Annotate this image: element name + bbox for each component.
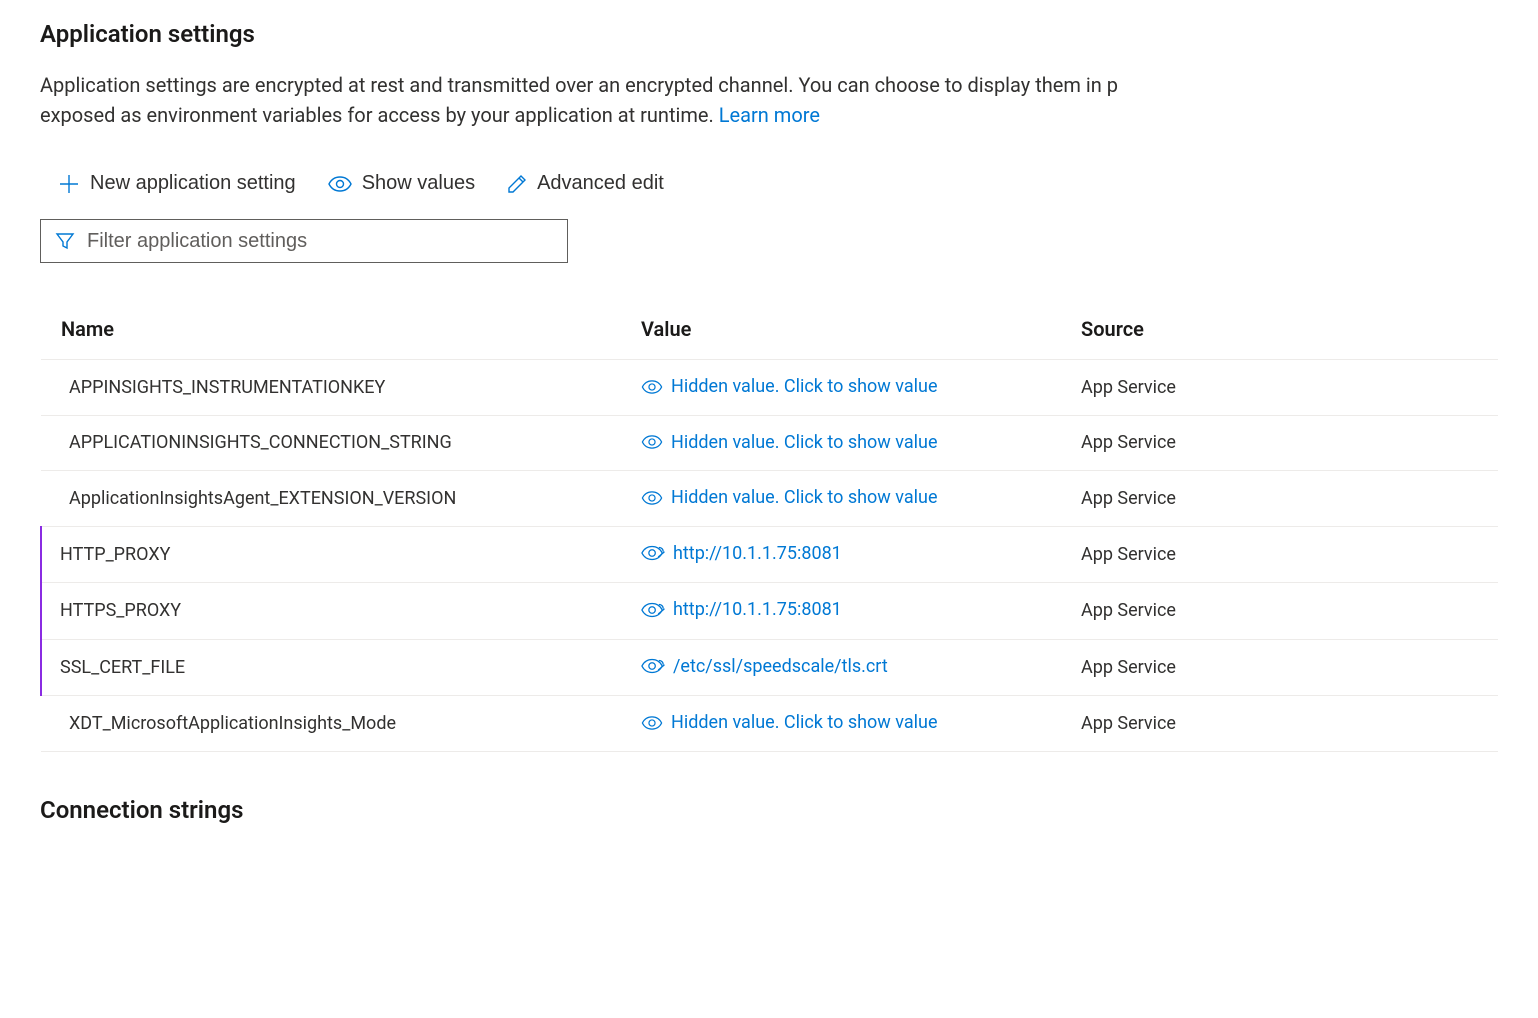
hide-value-link[interactable]: http://10.1.1.75:8081: [641, 543, 842, 564]
col-header-source[interactable]: Source: [1061, 303, 1498, 360]
eye-icon: [641, 435, 663, 449]
table-row: HTTP_PROXY http://10.1.1.75:8081 App Servi…: [41, 526, 1498, 583]
setting-name[interactable]: HTTPS_PROXY: [41, 583, 621, 640]
setting-name[interactable]: APPINSIGHTS_INSTRUMENTATIONKEY: [41, 360, 621, 416]
app-settings-title: Application settings: [40, 20, 1498, 48]
advanced-edit-button[interactable]: Advanced edit: [505, 168, 666, 199]
filter-input[interactable]: [87, 230, 553, 253]
setting-name[interactable]: XDT_MicrosoftApplicationInsights_Mode: [41, 696, 621, 752]
setting-source: App Service: [1061, 415, 1498, 471]
setting-source: App Service: [1061, 696, 1498, 752]
eye-icon: [641, 491, 663, 505]
col-header-value[interactable]: Value: [621, 303, 1061, 360]
hide-value-link[interactable]: http://10.1.1.75:8081: [641, 599, 842, 620]
show-value-link[interactable]: Hidden value. Click to show value: [641, 432, 938, 453]
show-value-link[interactable]: Hidden value. Click to show value: [641, 487, 938, 508]
eye-icon: [641, 380, 663, 394]
show-value-link[interactable]: Hidden value. Click to show value: [641, 712, 938, 733]
eye-hide-icon: [641, 545, 665, 561]
setting-value: /etc/ssl/speedscale/tls.crt: [673, 656, 888, 677]
show-value-link[interactable]: Hidden value. Click to show value: [641, 376, 938, 397]
setting-source: App Service: [1061, 526, 1498, 583]
filter-box: [40, 219, 568, 263]
hidden-value-text: Hidden value. Click to show value: [671, 376, 938, 397]
setting-name[interactable]: ApplicationInsightsAgent_EXTENSION_VERSI…: [41, 471, 621, 527]
table-row: APPLICATIONINSIGHTS_CONNECTION_STRING Hid…: [41, 415, 1498, 471]
pencil-icon: [507, 174, 527, 194]
advanced-edit-label: Advanced edit: [537, 172, 664, 195]
eye-hide-icon: [641, 602, 665, 618]
table-row: HTTPS_PROXY http://10.1.1.75:8081 App Serv…: [41, 583, 1498, 640]
eye-icon: [641, 716, 663, 730]
table-row: APPINSIGHTS_INSTRUMENTATIONKEY Hidden val…: [41, 360, 1498, 416]
setting-value-cell: http://10.1.1.75:8081: [621, 583, 1061, 640]
eye-hide-icon: [641, 658, 665, 674]
setting-name[interactable]: SSL_CERT_FILE: [41, 639, 621, 696]
app-settings-description: Application settings are encrypted at re…: [40, 70, 1498, 130]
setting-name[interactable]: APPLICATIONINSIGHTS_CONNECTION_STRING: [41, 415, 621, 471]
plus-icon: [58, 173, 80, 195]
app-settings-table: Name Value Source APPINSIGHTS_INSTRUMENT…: [40, 303, 1498, 752]
hidden-value-text: Hidden value. Click to show value: [671, 487, 938, 508]
eye-icon: [328, 176, 352, 192]
description-text-pre: Application settings are encrypted at re…: [40, 73, 1118, 97]
setting-value-cell: /etc/ssl/speedscale/tls.crt: [621, 639, 1061, 696]
connection-strings-title: Connection strings: [40, 796, 1498, 824]
hide-value-link[interactable]: /etc/ssl/speedscale/tls.crt: [641, 656, 888, 677]
show-values-button[interactable]: Show values: [326, 168, 477, 199]
setting-value: http://10.1.1.75:8081: [673, 599, 842, 620]
setting-source: App Service: [1061, 360, 1498, 416]
new-app-setting-label: New application setting: [90, 172, 296, 195]
setting-name[interactable]: HTTP_PROXY: [41, 526, 621, 583]
hidden-value-text: Hidden value. Click to show value: [671, 712, 938, 733]
show-values-label: Show values: [362, 172, 475, 195]
setting-value-cell: http://10.1.1.75:8081: [621, 526, 1061, 583]
hidden-value-text: Hidden value. Click to show value: [671, 432, 938, 453]
learn-more-link[interactable]: Learn more: [719, 103, 820, 127]
filter-icon: [55, 231, 75, 251]
setting-source: App Service: [1061, 639, 1498, 696]
new-app-setting-button[interactable]: New application setting: [56, 168, 298, 199]
setting-value-cell: Hidden value. Click to show value: [621, 415, 1061, 471]
setting-value-cell: Hidden value. Click to show value: [621, 471, 1061, 527]
app-settings-toolbar: New application setting Show values Adva…: [56, 168, 1498, 199]
table-row: XDT_MicrosoftApplicationInsights_Mode Hid…: [41, 696, 1498, 752]
setting-value-cell: Hidden value. Click to show value: [621, 696, 1061, 752]
setting-value-cell: Hidden value. Click to show value: [621, 360, 1061, 416]
col-header-name[interactable]: Name: [41, 303, 621, 360]
setting-source: App Service: [1061, 471, 1498, 527]
setting-source: App Service: [1061, 583, 1498, 640]
setting-value: http://10.1.1.75:8081: [673, 543, 842, 564]
table-row: ApplicationInsightsAgent_EXTENSION_VERSI…: [41, 471, 1498, 527]
table-row: SSL_CERT_FILE/etc/ssl/speedscale/tls.crt…: [41, 639, 1498, 696]
description-text-post: exposed as environment variables for acc…: [40, 103, 719, 127]
